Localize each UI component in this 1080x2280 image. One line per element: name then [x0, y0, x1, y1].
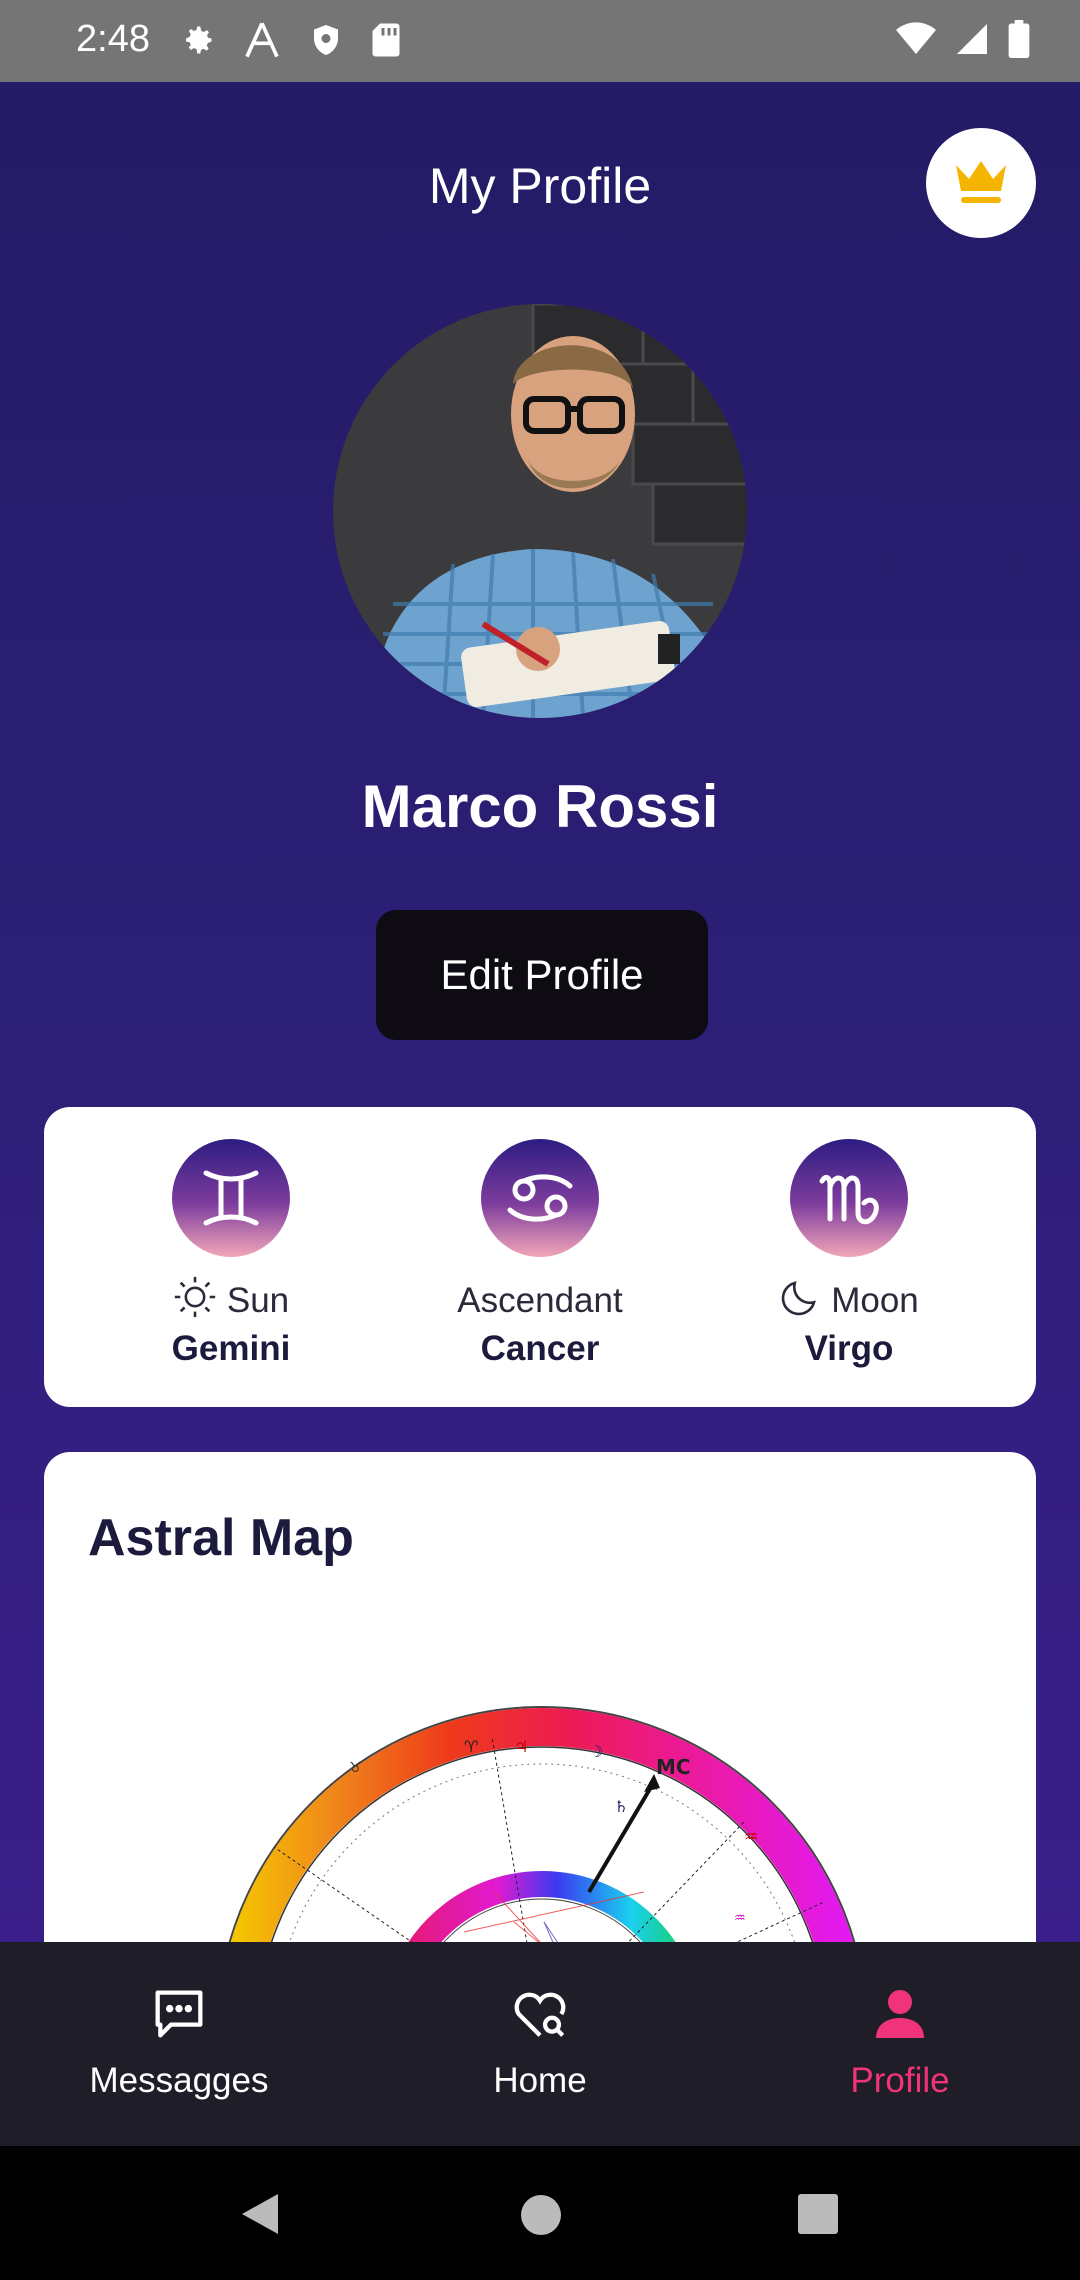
system-navigation-bar	[0, 2146, 1080, 2280]
svg-text:☽: ☽	[589, 1742, 603, 1761]
svg-text:♒: ♒	[744, 1827, 758, 1846]
virgo-icon	[790, 1139, 908, 1257]
premium-button[interactable]	[926, 128, 1036, 238]
moon-icon	[779, 1276, 821, 1327]
signal-icon	[954, 21, 990, 62]
avatar[interactable]	[333, 304, 747, 718]
sun-icon	[173, 1275, 217, 1328]
recents-square-icon[interactable]	[798, 2194, 838, 2239]
sun-sign[interactable]: Sun Gemini	[111, 1139, 351, 1369]
person-icon	[868, 1990, 932, 2050]
status-time: 2:48	[76, 18, 150, 60]
nav-profile-label: Profile	[850, 2061, 950, 2100]
nav-home-label: Home	[493, 2061, 587, 2100]
svg-text:♃: ♃	[514, 1737, 528, 1756]
astral-map-card: Astral Map ♃ ☽ ♄ ♒ ♈ MC ♒ ♉	[44, 1452, 1036, 1942]
crown-icon	[952, 155, 1010, 212]
profile-screen: My Profile Marco Rossi Edit Profile Sun …	[0, 82, 1080, 1942]
app-logo-icon	[242, 20, 282, 65]
nav-messages[interactable]: Messagges	[29, 1982, 329, 2101]
nav-home[interactable]: Home	[390, 1982, 690, 2101]
astral-chart-wheel[interactable]: ♃ ☽ ♄ ♒ ♈ MC ♒ ♉	[44, 1452, 1036, 1942]
svg-text:♈: ♈	[464, 1737, 478, 1756]
back-icon[interactable]	[238, 2192, 280, 2241]
ascendant-value: Cancer	[480, 1329, 600, 1368]
svg-text:♉: ♉	[349, 1760, 362, 1776]
ascendant-label: Ascendant	[457, 1281, 623, 1320]
svg-text:MC: MC	[656, 1755, 691, 1779]
shield-icon	[308, 22, 344, 63]
moon-value: Virgo	[804, 1329, 894, 1368]
sd-card-icon	[370, 22, 402, 63]
moon-sign[interactable]: Moon Virgo	[729, 1139, 969, 1369]
status-bar: 2:48	[0, 0, 1080, 82]
edit-profile-button[interactable]: Edit Profile	[376, 910, 708, 1040]
zodiac-signs-card: Sun Gemini Ascendant Cancer Moon Virgo	[44, 1107, 1036, 1407]
bottom-navigation: Messagges Home Profile	[0, 1942, 1080, 2146]
battery-icon	[1008, 20, 1030, 63]
gemini-icon	[172, 1139, 290, 1257]
heart-search-icon	[508, 1992, 572, 2050]
sun-label: Sun	[226, 1281, 290, 1320]
home-circle-icon[interactable]	[520, 2194, 562, 2241]
nav-messages-label: Messagges	[89, 2061, 269, 2100]
nav-profile[interactable]: Profile	[750, 1982, 1050, 2101]
settings-icon	[180, 22, 216, 63]
svg-text:♄: ♄	[614, 1797, 628, 1816]
wifi-icon	[896, 21, 936, 62]
svg-text:♒: ♒	[734, 1911, 746, 1926]
moon-label: Moon	[831, 1281, 919, 1320]
cancer-icon	[481, 1139, 599, 1257]
sun-value: Gemini	[171, 1329, 291, 1368]
chat-bubble-icon	[147, 1990, 211, 2050]
user-name: Marco Rossi	[361, 773, 719, 840]
ascendant-sign[interactable]: Ascendant Cancer	[420, 1139, 660, 1369]
page-title: My Profile	[428, 158, 652, 214]
